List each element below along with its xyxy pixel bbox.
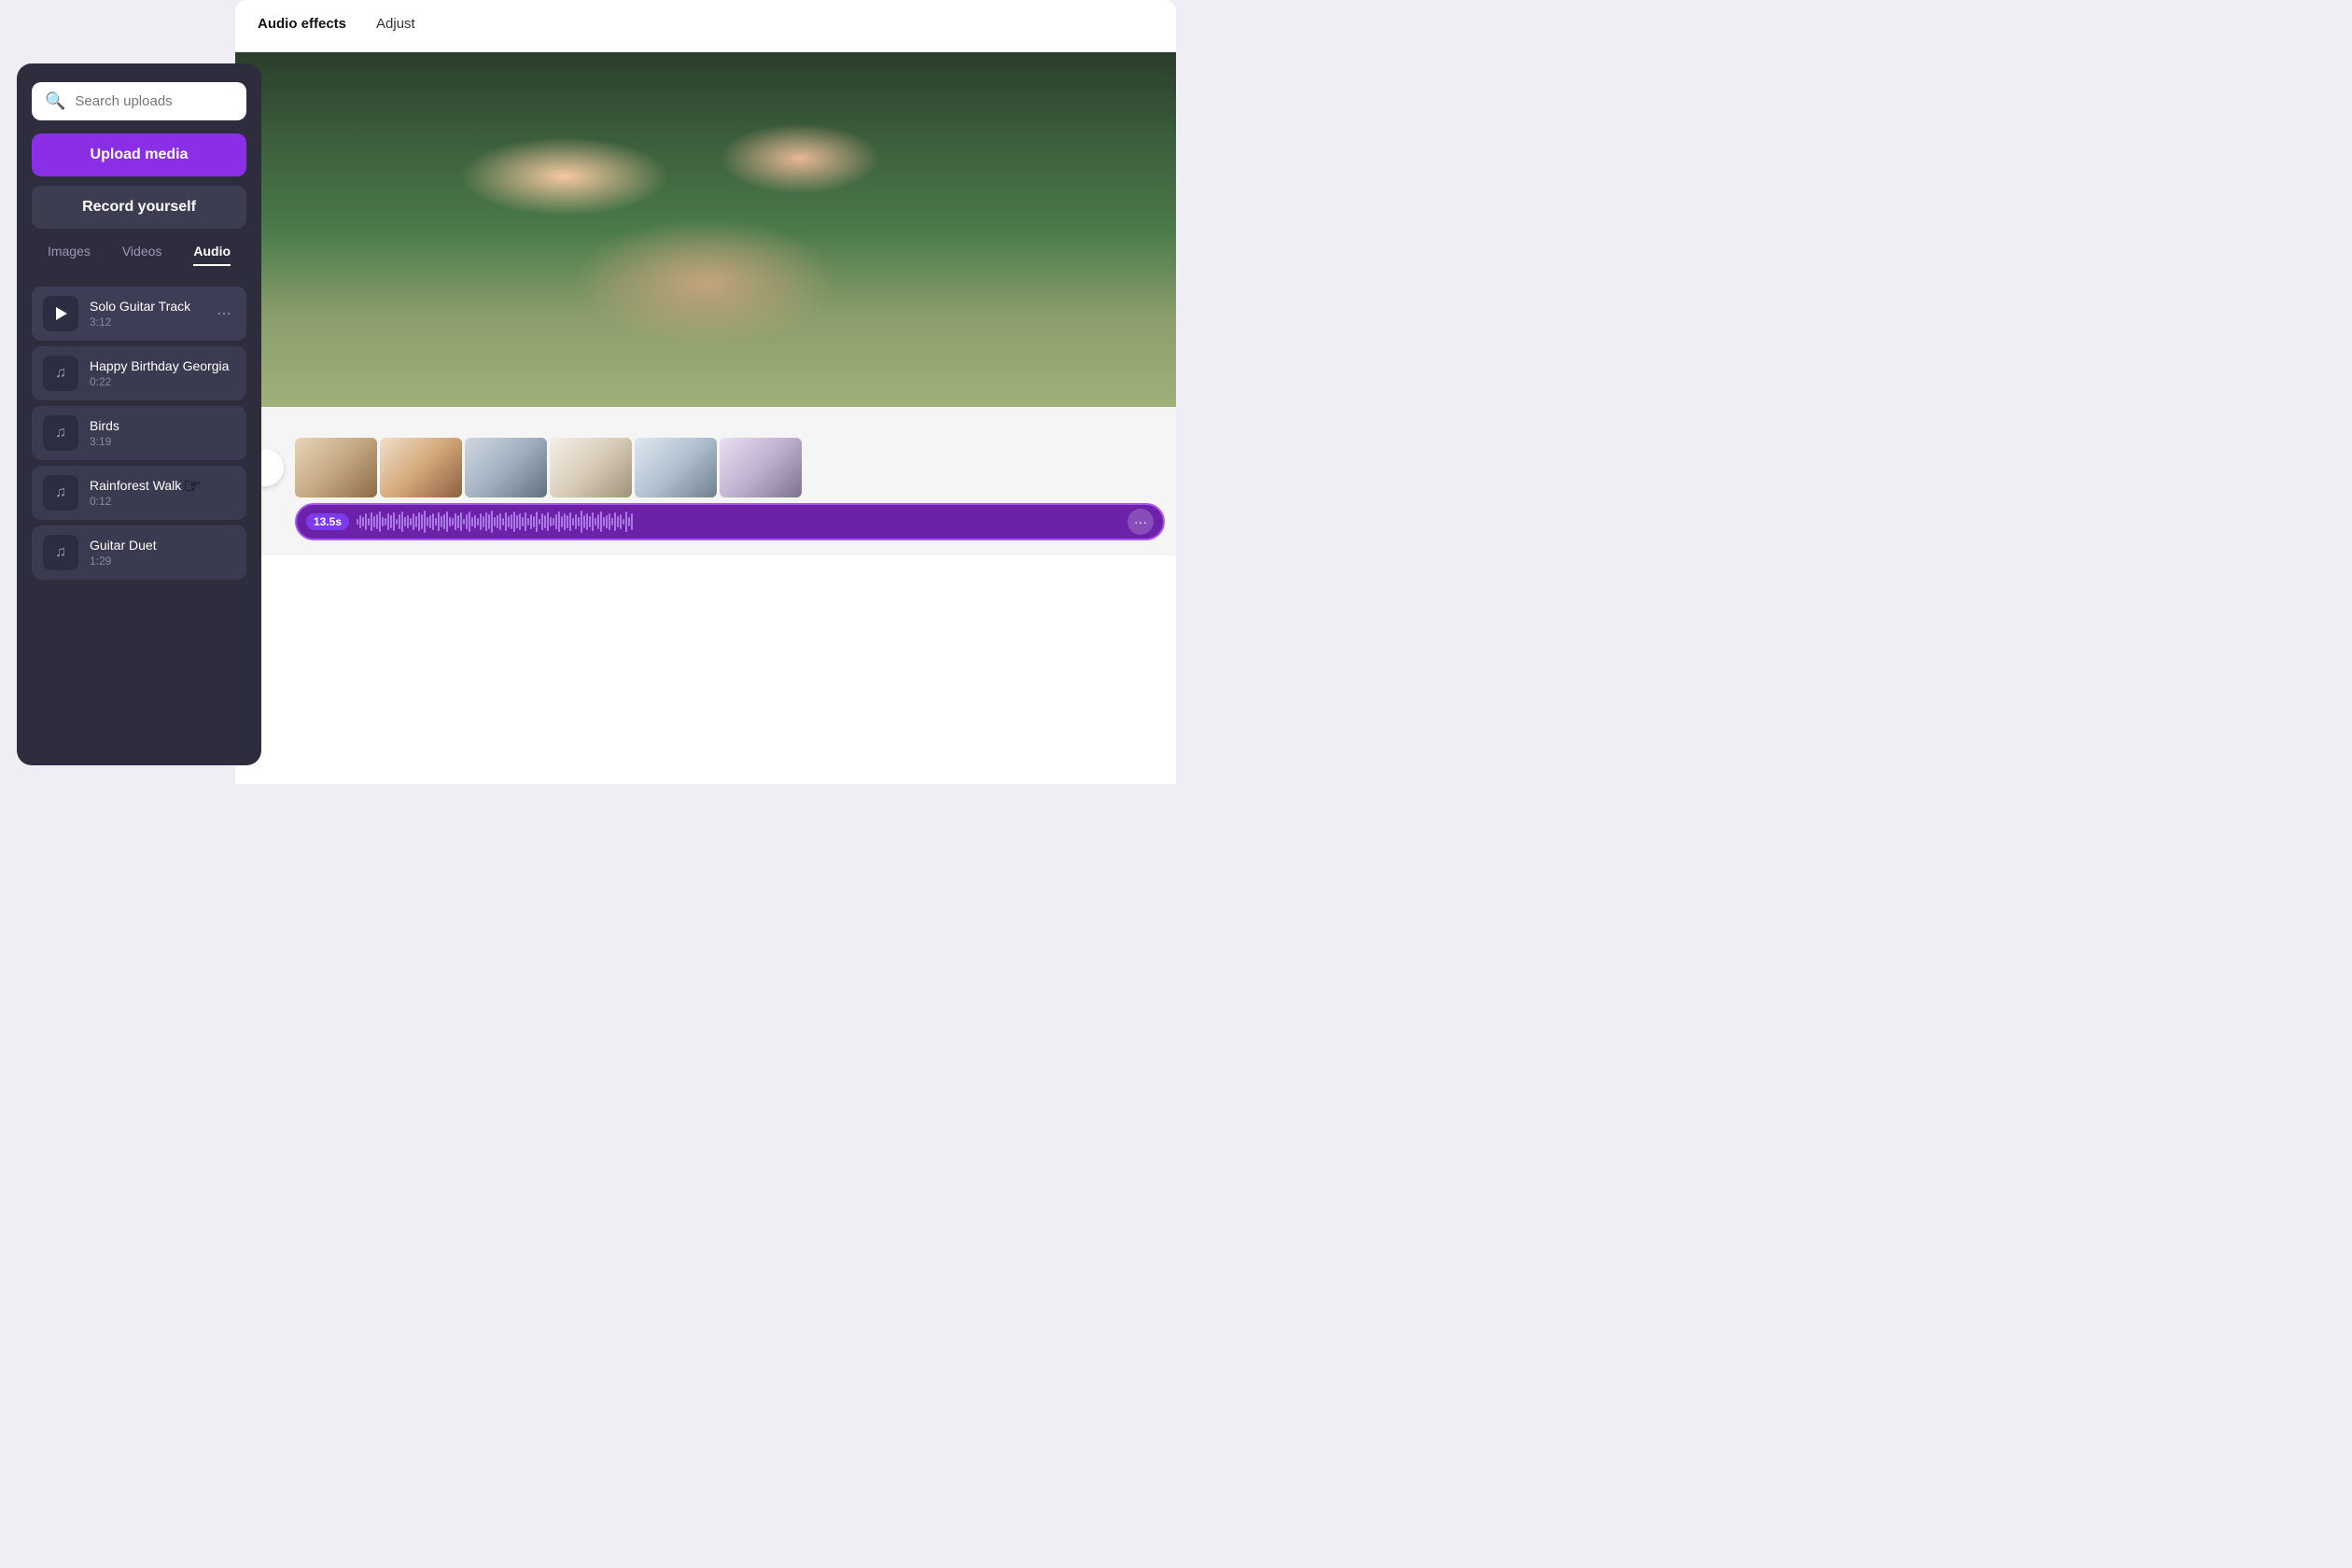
- right-panel: Audio effects Adjust ♥ 13.5s: [235, 0, 1176, 784]
- film-thumbnail: [635, 438, 717, 497]
- music-note-icon: ♫: [55, 365, 66, 382]
- audio-icon-box: ♫: [43, 535, 78, 570]
- audio-item-solo-guitar[interactable]: Solo Guitar Track 3:12 ⋯: [32, 287, 246, 341]
- tab-images[interactable]: Images: [48, 244, 91, 266]
- search-box[interactable]: 🔍: [32, 82, 246, 120]
- video-preview: [235, 52, 1176, 407]
- audio-item-birds[interactable]: ♫ Birds 3:19: [32, 406, 246, 460]
- more-options-button[interactable]: ⋯: [213, 302, 235, 325]
- audio-item-happy-birthday[interactable]: ♫ Happy Birthday Georgia 0:22: [32, 346, 246, 400]
- music-note-icon: ♫: [55, 425, 66, 441]
- tab-videos[interactable]: Videos: [122, 244, 162, 266]
- film-thumbnail: [465, 438, 547, 497]
- audio-duration: 3:12: [90, 315, 202, 329]
- audio-track-bar[interactable]: 13.5s: [295, 503, 1165, 540]
- film-thumbnail: [295, 438, 377, 497]
- film-thumbnail: [380, 438, 462, 497]
- audio-duration: 0:22: [90, 375, 235, 388]
- audio-title: Guitar Duet: [90, 538, 235, 553]
- audio-track-row: 13.5s: [295, 503, 1165, 540]
- waveform: [357, 511, 1120, 533]
- tab-audio[interactable]: Audio: [193, 244, 231, 266]
- record-yourself-button[interactable]: Record yourself: [32, 186, 246, 229]
- tab-adjust[interactable]: Adjust: [376, 16, 415, 35]
- audio-info: Happy Birthday Georgia 0:22: [90, 358, 235, 388]
- audio-title: Solo Guitar Track: [90, 299, 202, 314]
- tab-audio-effects[interactable]: Audio effects: [258, 16, 346, 35]
- audio-time-badge: 13.5s: [306, 513, 349, 530]
- audio-info: Rainforest Walk 0:12: [90, 478, 235, 508]
- audio-info: Guitar Duet 1:29: [90, 538, 235, 567]
- film-thumbnail: [550, 438, 632, 497]
- audio-item-guitar-duet[interactable]: ♫ Guitar Duet 1:29: [32, 525, 246, 580]
- timeline-area: ♥ 13.5s: [235, 407, 1176, 555]
- category-tabs: Images Videos Audio: [32, 244, 246, 272]
- audio-more-button[interactable]: ···: [1127, 509, 1154, 535]
- audio-title: Rainforest Walk: [90, 478, 235, 493]
- search-icon: 🔍: [45, 91, 65, 111]
- audio-duration: 3:19: [90, 435, 235, 448]
- audio-info: Birds 3:19: [90, 418, 235, 448]
- film-thumbnail: [720, 438, 802, 497]
- search-input[interactable]: [75, 93, 233, 109]
- audio-icon-box: ♫: [43, 475, 78, 511]
- music-note-icon: ♫: [55, 484, 66, 501]
- audio-list: Solo Guitar Track 3:12 ⋯ ♫ Happy Birthda…: [32, 287, 246, 580]
- upload-media-button[interactable]: Upload media: [32, 133, 246, 176]
- audio-title: Happy Birthday Georgia: [90, 358, 235, 373]
- tabs-header: Audio effects Adjust: [235, 0, 1176, 52]
- audio-icon-box: [43, 296, 78, 331]
- timeline-strip: [235, 438, 1176, 497]
- audio-info: Solo Guitar Track 3:12: [90, 299, 202, 329]
- audio-duration: 1:29: [90, 554, 235, 567]
- video-photo: [235, 52, 1176, 407]
- music-note-icon: ♫: [55, 544, 66, 561]
- film-thumbnails: [295, 438, 1176, 497]
- audio-item-rainforest-walk[interactable]: ♫ Rainforest Walk 0:12: [32, 466, 246, 520]
- left-panel: 🔍 Upload media Record yourself Images Vi…: [17, 63, 261, 765]
- audio-icon-box: ♫: [43, 356, 78, 391]
- audio-title: Birds: [90, 418, 235, 433]
- play-icon: [56, 307, 67, 320]
- audio-duration: 0:12: [90, 495, 235, 508]
- audio-icon-box: ♫: [43, 415, 78, 451]
